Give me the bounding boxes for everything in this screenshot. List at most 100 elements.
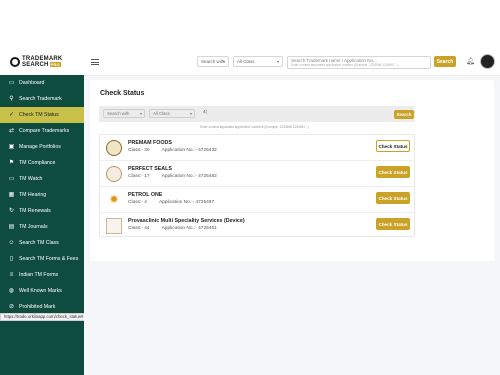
trademark-meta: Class:- 4 Application No.:- 4725487 [128, 200, 214, 205]
logo-icon [10, 56, 20, 67]
trademark-name: PETROL ONE [128, 192, 163, 198]
trademark-name: PREMAM FOODS [128, 140, 172, 146]
trademark-meta: Class:- 17 Application No.:- 4725482 [128, 174, 217, 179]
sidebar-item-tm-compliance[interactable]: ⚑ TM Compliance [0, 155, 84, 171]
filter-search-input[interactable]: 4| [203, 109, 383, 118]
status-url-tooltip: https://trade.orkiinapp.com/check_status… [0, 313, 88, 321]
filter-hint: Enter comma separated application number… [200, 125, 309, 129]
sidebar-item-dashboard[interactable]: ▭ Dashboard [0, 75, 84, 91]
list-icon: ≡ [9, 272, 14, 278]
sidebar-item-indian-tm-forms[interactable]: ≡ Indian TM Forms [0, 267, 84, 283]
logo-line2-wrap: SEARCH PRO [22, 61, 62, 68]
search-icon: ⚲ [9, 96, 14, 102]
sidebar-item-label: TM Renewals [19, 208, 51, 214]
logo-wordmark: TRADEMARK SEARCH PRO [22, 56, 62, 68]
sidebar-nav: ▭ Dashboard ⚲ Search Trademark ✓ Check TM S… [0, 75, 84, 375]
sidebar-item-label: Well Known Marks [19, 288, 62, 294]
check-status-button[interactable]: Check Status [376, 192, 410, 204]
sidebar-item-tm-renewals[interactable]: ↻ TM Renewals [0, 203, 84, 219]
class-select-label: All Class [237, 59, 255, 64]
filter-search-with-select[interactable]: Search with ▾ [103, 109, 145, 118]
chevron-down-icon: ▾ [222, 59, 225, 64]
sidebar: TRADEMARK SEARCH PRO ▭ Dashboard ⚲ Search T… [0, 0, 88, 375]
sidebar-item-compare-trademarks[interactable]: ⇄ Compare Trademarks [0, 123, 84, 139]
sidebar-item-label: Dashboard [19, 80, 45, 86]
trademark-meta: Class:- 30 Application No.:- 4725432 [128, 148, 217, 153]
header-search-input[interactable]: Search Trademark name / Application No..… [287, 56, 431, 69]
flag-icon: ⚑ [8, 160, 15, 166]
logo-badge: PRO [49, 61, 61, 67]
logo-line2: SEARCH [22, 61, 49, 68]
globe-icon: ◍ [8, 288, 15, 294]
star-logo-icon: ✸ [109, 193, 119, 206]
brand-logo[interactable]: TRADEMARK SEARCH PRO [0, 48, 84, 75]
filter-class-select[interactable]: All Class ▾ [149, 109, 195, 118]
sidebar-item-label: Indian TM Forms [19, 272, 59, 278]
header-search-with-select[interactable]: Search with ▾ [197, 56, 229, 67]
application-number: Application No.:- 4725451 [161, 226, 217, 231]
refresh-icon: ↻ [8, 208, 15, 214]
header-search-button[interactable]: Search [434, 56, 456, 67]
sidebar-item-manage-portfolios[interactable]: ▣ Manage Portfolios [0, 139, 84, 155]
filter-search-with-label: Search with [107, 111, 130, 116]
sidebar-item-label: TM Compliance [19, 160, 56, 166]
sidebar-item-search-trademark[interactable]: ⚲ Search Trademark [0, 91, 84, 107]
page-title: Check Status [100, 90, 145, 97]
application-number: Application No.:- 4725482 [161, 174, 217, 179]
trademark-logo-image [106, 218, 122, 234]
avatar[interactable] [480, 54, 495, 69]
users-icon: ☺ [8, 240, 15, 246]
bell-icon[interactable]: 🔔︎ [466, 57, 475, 66]
results-list: PREMAM FOODS Class:- 30 Application No.:-… [99, 134, 415, 237]
sidebar-item-search-tm-forms-fees[interactable]: ▯ Search TM Forms & Fees [0, 251, 84, 267]
hamburger-icon[interactable] [91, 59, 99, 65]
check-status-button[interactable]: Check Status [376, 140, 410, 152]
trademark-class: Class:- 4 [128, 200, 147, 205]
filter-bar: Search with ▾ All Class ▾ 4| Search [99, 106, 415, 122]
book-icon: ▤ [8, 224, 15, 230]
application-number: Application No.:- 4725487 [158, 200, 215, 205]
sidebar-item-well-known-marks[interactable]: ◍ Well Known Marks [0, 283, 84, 299]
trademark-logo-image [106, 140, 122, 156]
list-item: PERFECT SEALS Class:- 17 Application No.:… [100, 161, 414, 187]
trademark-class: Class:- 30 [128, 148, 150, 153]
chevron-down-icon: ▾ [276, 59, 279, 64]
check-status-button[interactable]: Check Status [376, 218, 410, 230]
search-example-hint: Enter comma separated application number… [291, 63, 399, 67]
trademark-meta: Class:- 44 Application No.:- 4725451 [128, 226, 217, 231]
calendar-icon: ▦ [8, 192, 15, 198]
list-item: Provasclinic Multi Speciality Services (… [100, 213, 414, 239]
ban-icon: ⊘ [8, 304, 15, 310]
list-item: PREMAM FOODS Class:- 30 Application No.:-… [100, 135, 414, 161]
application-number: Application No.:- 4725432 [161, 148, 217, 153]
top-header: Search with ▾ All Class ▾ Search Trademark… [84, 48, 500, 76]
filter-search-button[interactable]: Search [394, 110, 414, 119]
trademark-name: PERFECT SEALS [128, 166, 172, 172]
trademark-class: Class:- 17 [128, 174, 150, 179]
trademark-logo-image [106, 166, 122, 182]
filter-class-label: All Class [153, 111, 170, 116]
trademark-name: Provasclinic Multi Speciality Services (… [128, 218, 245, 224]
document-icon: ▯ [9, 256, 14, 262]
folder-icon: ▣ [8, 144, 15, 150]
chevron-down-icon: ▾ [189, 111, 192, 116]
trademark-logo-image: ✸ [106, 192, 122, 208]
sidebar-item-label: Search TM Class [19, 240, 59, 246]
sidebar-item-tm-journals[interactable]: ▤ TM Journals [0, 219, 84, 235]
check-status-button[interactable]: Check Status [376, 166, 410, 178]
sidebar-item-tm-watch[interactable]: ▭ TM Watch [0, 171, 84, 187]
sidebar-item-search-tm-class[interactable]: ☺ Search TM Class [0, 235, 84, 251]
sidebar-item-label: Compare Trademarks [19, 128, 70, 134]
sidebar-item-tm-hearing[interactable]: ▦ TM Hearing [0, 187, 84, 203]
compare-icon: ⇄ [8, 128, 15, 134]
sidebar-item-label: Search Trademark [19, 96, 62, 102]
trademark-class: Class:- 44 [128, 226, 150, 231]
header-class-select[interactable]: All Class ▾ [233, 56, 283, 67]
sidebar-item-label: Prohibited Mark [19, 304, 56, 310]
monitor-icon: ▭ [8, 80, 15, 86]
sidebar-item-check-tm-status[interactable]: ✓ Check TM Status [0, 107, 84, 123]
sidebar-item-label: Manage Portfolios [19, 144, 61, 150]
check-status-card: Check Status Search with ▾ All Class ▾ 4| … [90, 80, 494, 261]
sidebar-item-label: TM Watch [19, 176, 43, 182]
chevron-down-icon: ▾ [139, 111, 142, 116]
